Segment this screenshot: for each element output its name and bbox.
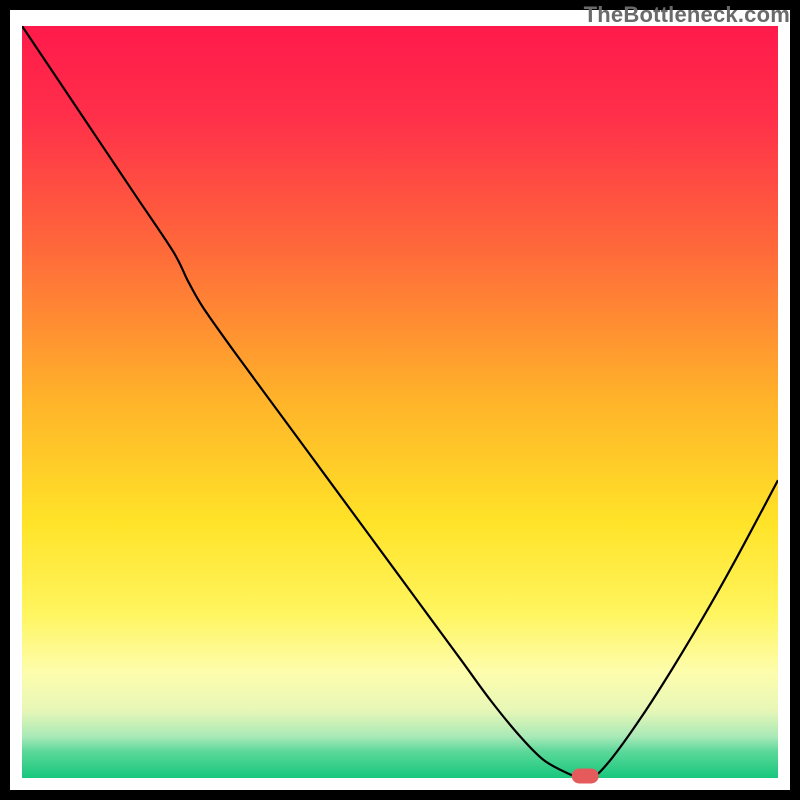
chart-stage: TheBottleneck.com: [0, 0, 800, 800]
plot-background: [22, 26, 778, 778]
minimum-marker: [572, 769, 598, 783]
watermark-label: TheBottleneck.com: [584, 2, 790, 28]
bottleneck-chart: [0, 0, 800, 800]
